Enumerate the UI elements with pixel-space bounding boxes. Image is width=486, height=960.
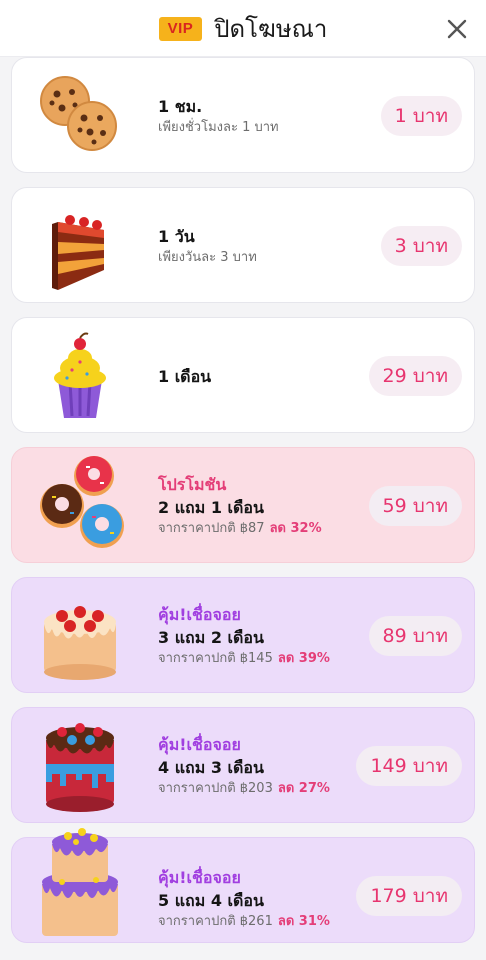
plan-title: 4 แถม 3 เดือน (158, 757, 264, 777)
promo-tag: โปรโมชัน (158, 474, 227, 494)
plan-card-1-hour[interactable]: 1 ชม. เพียงชั่วโมงละ 1 บาท 1 บาท (11, 57, 475, 173)
plan-info: คุ้ม!เชื่อจอย 5 แถม 4 เดือน จากราคาปกติ … (158, 846, 330, 952)
plan-title: 1 ชม. (158, 96, 203, 116)
plan-title: 2 แถม 1 เดือน (158, 497, 264, 517)
plan-card-4-get-3[interactable]: คุ้ม!เชื่อจอย 4 แถม 3 เดือน จากราคาปกติ … (11, 707, 475, 823)
value-tag: คุ้ม!เชื่อจอย (158, 604, 241, 624)
plan-subtitle: จากราคาปกติ ฿145 ลด 39% (158, 649, 330, 669)
plan-subtitle: จากราคาปกติ ฿203 ลด 27% (158, 779, 330, 799)
regular-price: จากราคาปกติ ฿261 (158, 913, 273, 929)
cookies-icon (32, 68, 128, 164)
discount-label: ลด 31% (277, 913, 330, 929)
price-button[interactable]: 179 บาท (356, 876, 462, 916)
plan-title: 1 เดือน (158, 366, 212, 386)
remove-ads-screen: VIP ปิดโฆษณา 1 ชม. เพียงชั่วโมงละ 1 บาท … (0, 0, 486, 960)
plan-info: 1 ชม. เพียงชั่วโมงละ 1 บาท (158, 58, 279, 174)
page-title: ปิดโฆษณา (214, 15, 328, 43)
price-button[interactable]: 149 บาท (356, 746, 462, 786)
donuts-icon (34, 452, 134, 556)
value-tag: คุ้ม!เชื่อจอย (158, 734, 241, 754)
tiered-cake-icon (32, 826, 128, 942)
plan-title: 3 แถม 2 เดือน (158, 627, 264, 647)
plan-card-3-get-2[interactable]: คุ้ม!เชื่อจอย 3 แถม 2 เดือน จากราคาปกติ … (11, 577, 475, 693)
header-title-group: VIP ปิดโฆษณา (0, 14, 486, 44)
regular-price: จากราคาปกติ ฿203 (158, 780, 273, 796)
strawberry-cake-icon (32, 588, 128, 684)
plan-card-5-get-4[interactable]: คุ้ม!เชื่อจอย 5 แถม 4 เดือน จากราคาปกติ … (11, 828, 475, 943)
plan-title: 1 วัน (158, 226, 195, 246)
discount-label: ลด 27% (277, 780, 330, 796)
plan-info: คุ้ม!เชื่อจอย 4 แถม 3 เดือน จากราคาปกติ … (158, 708, 330, 824)
header: VIP ปิดโฆษณา (0, 0, 486, 57)
vip-badge: VIP (158, 17, 203, 41)
price-button[interactable]: 59 บาท (368, 486, 462, 526)
price-button[interactable]: 1 บาท (380, 96, 462, 136)
plan-info: คุ้ม!เชื่อจอย 3 แถม 2 เดือน จากราคาปกติ … (158, 578, 330, 694)
plan-card-1-day[interactable]: 1 วัน เพียงวันละ 3 บาท 3 บาท (11, 187, 475, 303)
plan-title: 5 แถม 4 เดือน (158, 890, 264, 910)
plan-card-1-month[interactable]: 1 เดือน 29 บาท (11, 317, 475, 433)
regular-price: จากราคาปกติ ฿87 (158, 520, 265, 536)
plan-subtitle: จากราคาปกติ ฿87 ลด 32% (158, 519, 322, 539)
close-button[interactable] (444, 16, 470, 42)
price-button[interactable]: 29 บาท (368, 356, 462, 396)
plan-card-2-get-1[interactable]: โปรโมชัน 2 แถม 1 เดือน จากราคาปกติ ฿87 ลด… (11, 447, 475, 563)
regular-price: จากราคาปกติ ฿145 (158, 650, 273, 666)
close-icon (447, 19, 467, 39)
discount-label: ลด 39% (277, 650, 330, 666)
plan-info: 1 เดือน (158, 318, 211, 434)
plan-subtitle: จากราคาปกติ ฿261 ลด 31% (158, 912, 330, 932)
plan-info: 1 วัน เพียงวันละ 3 บาท (158, 188, 257, 304)
cake-slice-icon (32, 198, 128, 294)
plan-subtitle: เพียงชั่วโมงละ 1 บาท (158, 119, 279, 135)
cupcake-icon (32, 328, 128, 424)
value-tag: คุ้ม!เชื่อจอย (158, 867, 241, 887)
plan-info: โปรโมชัน 2 แถม 1 เดือน จากราคาปกติ ฿87 ลด… (158, 448, 322, 564)
plan-subtitle: เพียงวันละ 3 บาท (158, 249, 257, 265)
price-button[interactable]: 3 บาท (380, 226, 462, 266)
chocolate-cake-icon (32, 714, 128, 818)
price-button[interactable]: 89 บาท (368, 616, 462, 656)
discount-label: ลด 32% (269, 520, 322, 536)
